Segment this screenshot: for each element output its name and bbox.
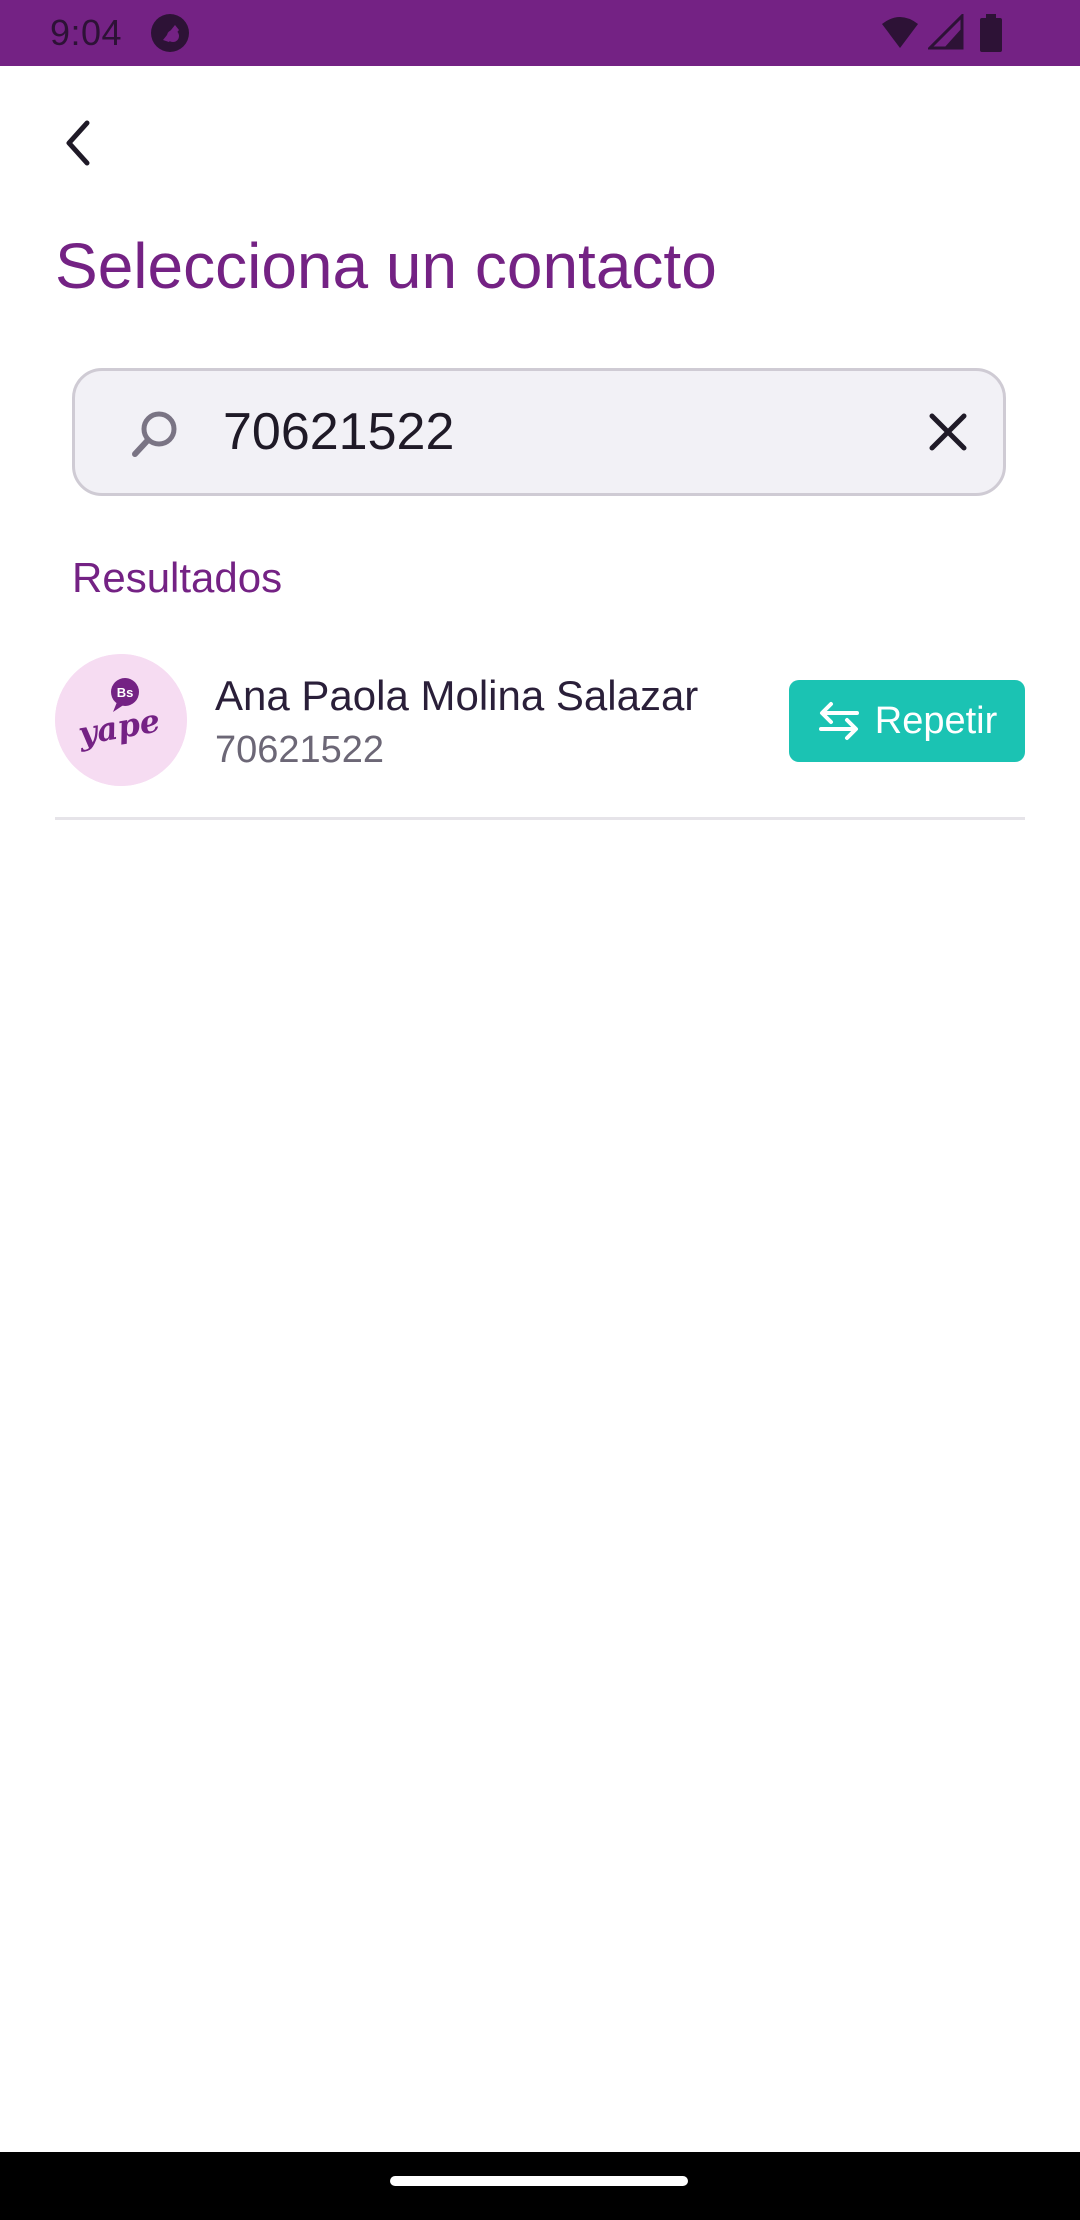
results-label: Resultados [72, 554, 283, 601]
home-indicator[interactable] [390, 2176, 688, 2186]
avatar: Bs yape [55, 654, 187, 786]
page-title: Selecciona un contacto [55, 230, 717, 302]
contact-phone: 70621522 [215, 729, 385, 771]
close-icon [929, 413, 967, 451]
search-box[interactable] [72, 368, 1006, 496]
status-time: 9:04 [50, 12, 123, 53]
search-icon [132, 411, 177, 457]
navigation-bar [0, 2152, 1080, 2220]
swap-arrows-icon [818, 702, 859, 740]
back-button[interactable] [46, 110, 112, 176]
search-input[interactable] [223, 399, 823, 465]
wifi-icon [882, 17, 918, 48]
app-notification-icon [151, 14, 189, 52]
yape-logo-icon: Bs yape [55, 654, 187, 786]
signal-icon [928, 14, 964, 50]
repeat-button[interactable]: Repetir [789, 680, 1025, 762]
contact-row[interactable]: Bs yape Ana Paola Molina Salazar 7062152… [55, 640, 1025, 820]
battery-icon [980, 14, 1002, 52]
avatar-badge-text: Bs [117, 685, 134, 700]
chevron-left-icon [66, 120, 90, 166]
repeat-button-label: Repetir [874, 700, 998, 742]
contact-name: Ana Paola Molina Salazar [215, 672, 699, 719]
clear-search-button[interactable] [913, 397, 983, 467]
status-bar: 9:04 [0, 0, 1080, 66]
